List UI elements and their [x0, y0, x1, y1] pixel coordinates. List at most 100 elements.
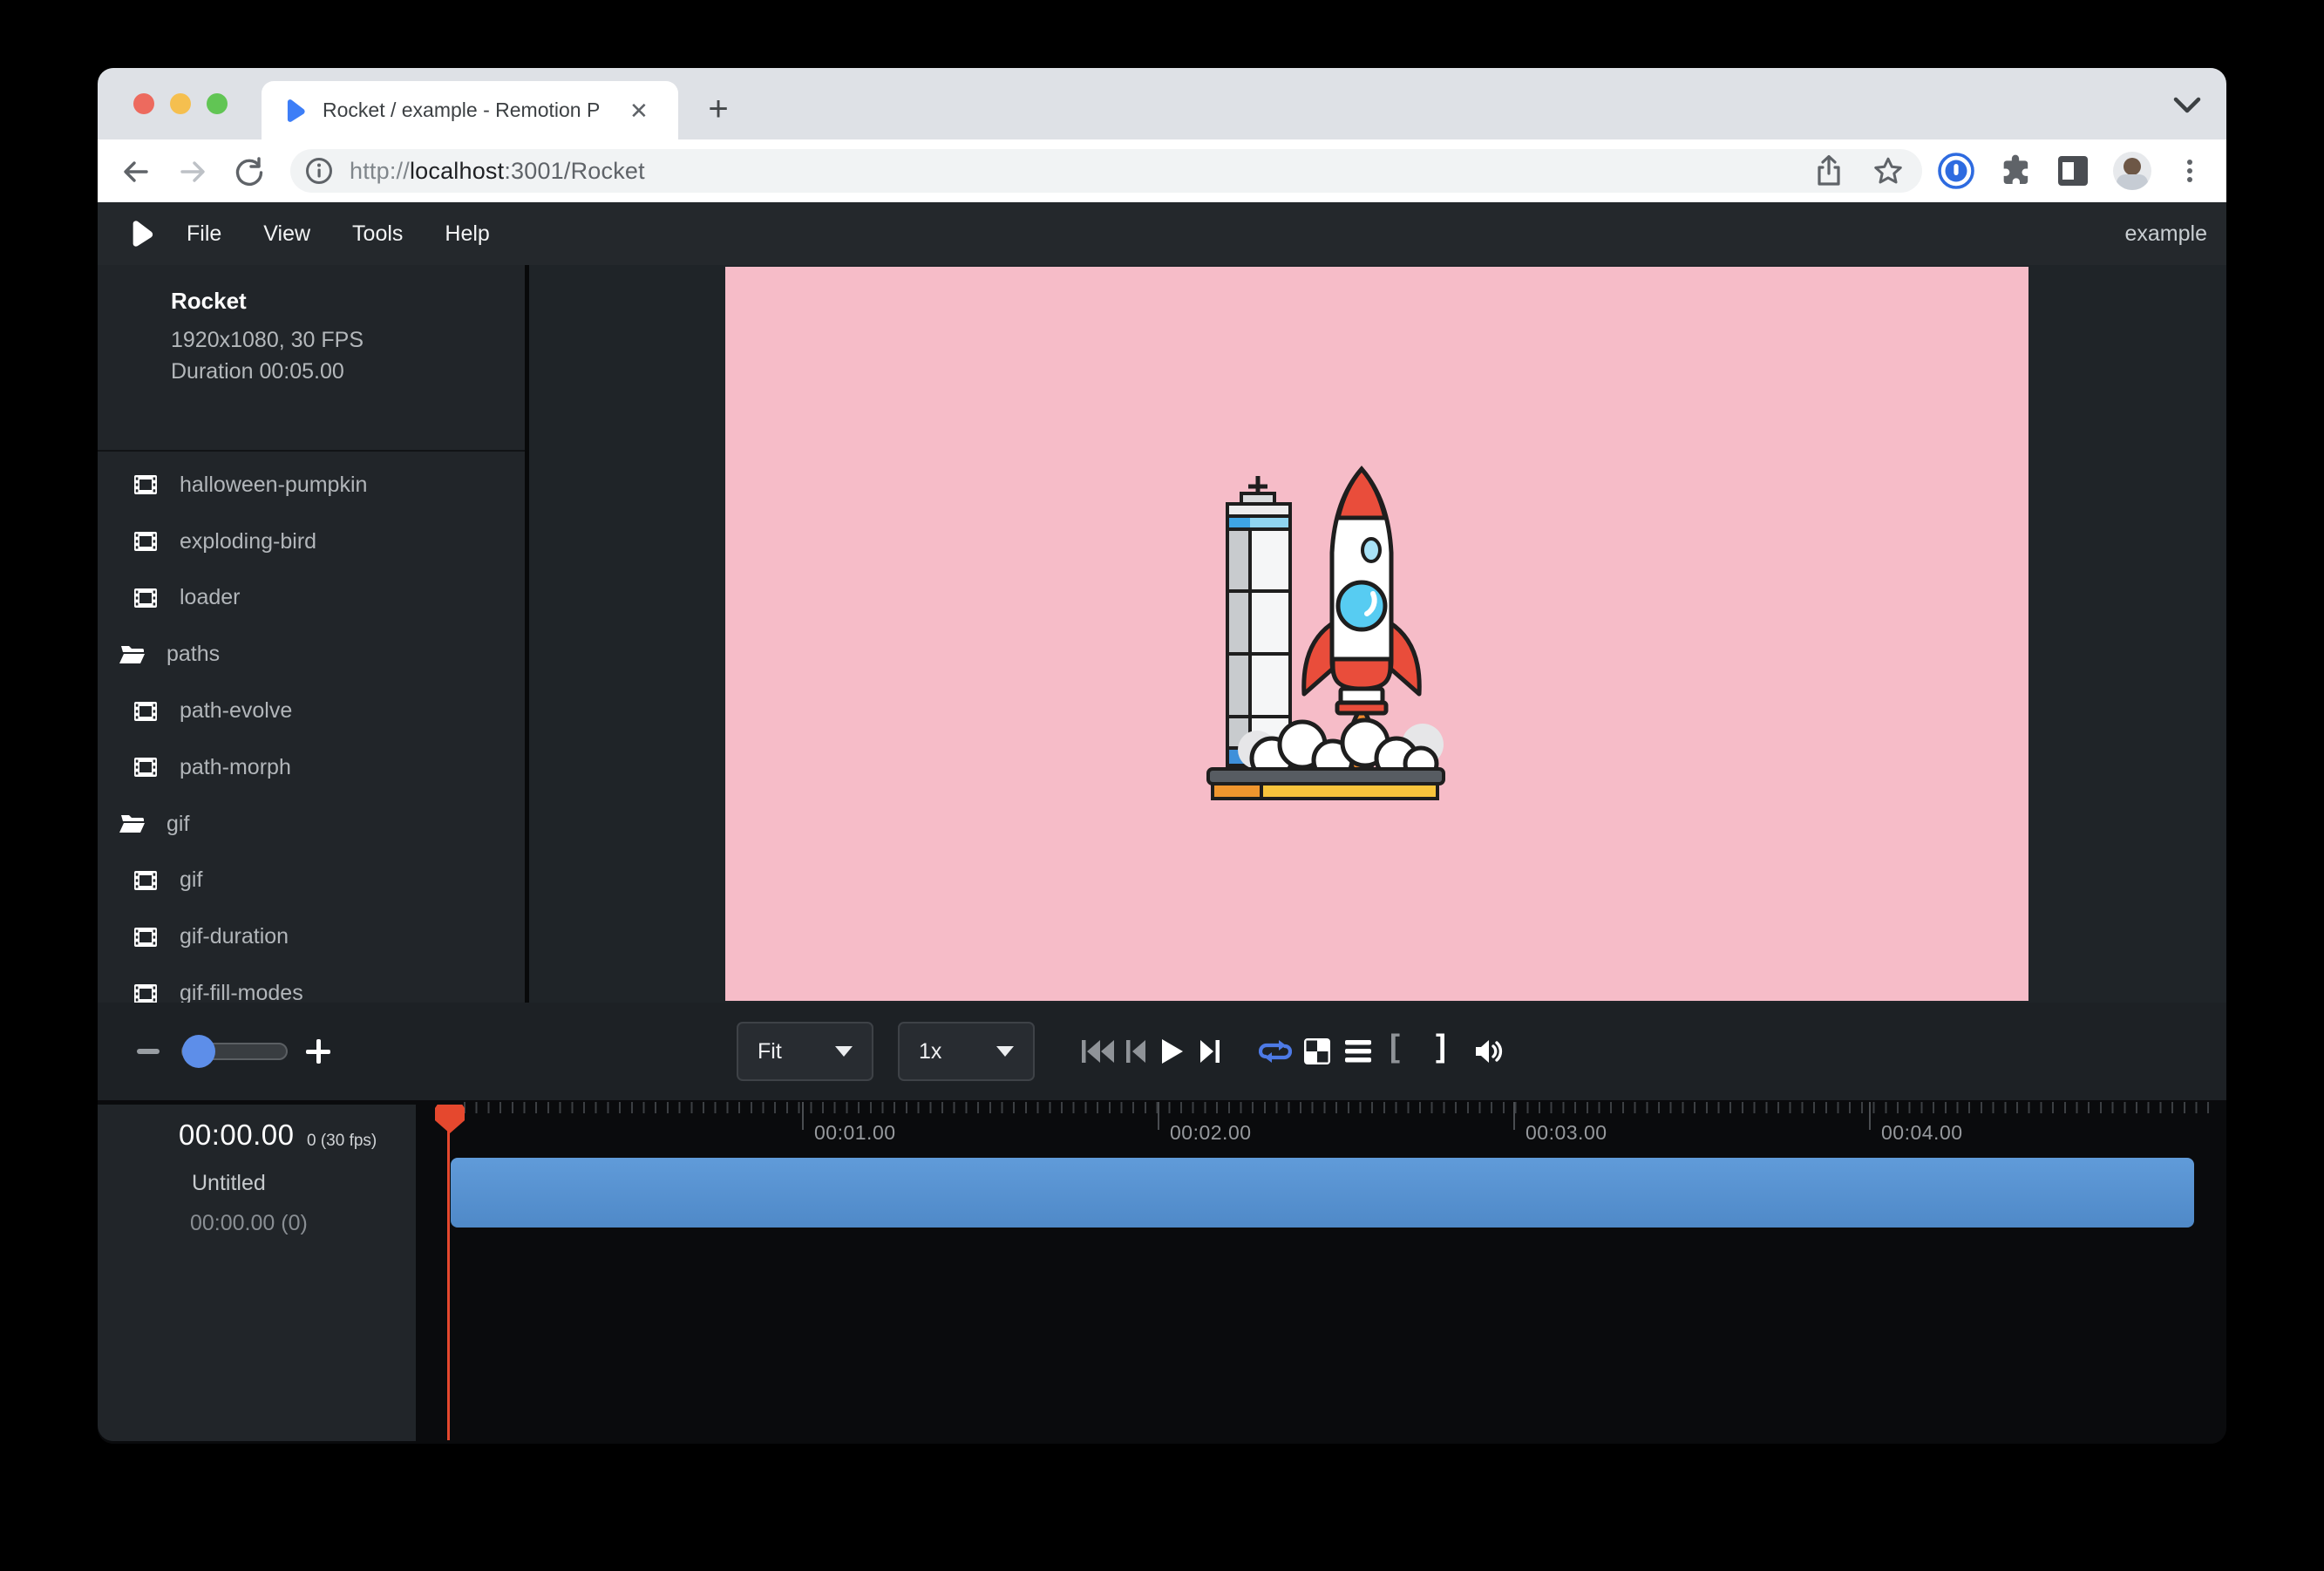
timeline-info-panel: 00:00.00 0 (30 fps) Untitled 00:00.00 (0…: [98, 1105, 416, 1441]
sidebar-item-loader[interactable]: loader: [98, 570, 525, 627]
current-frame-info: 0 (30 fps): [307, 1132, 377, 1151]
zoom-window-button[interactable]: [207, 93, 228, 114]
composition-label: halloween-pumpkin: [180, 473, 367, 498]
sidebar-divider: [98, 450, 525, 452]
sidebar-folder-gif[interactable]: gif: [98, 796, 525, 853]
main-content: Rocket 1920x1080, 30 FPS Duration 00:05.…: [98, 265, 2226, 1003]
sidebar-extension-icon[interactable]: [2056, 153, 2090, 188]
track-name: Untitled: [192, 1171, 266, 1196]
video-canvas: [725, 267, 2028, 1001]
ruler-major-tick: [1158, 1102, 1159, 1130]
zoom-in-button[interactable]: [306, 1039, 330, 1064]
sidebar-item-halloween-pumpkin[interactable]: halloween-pumpkin: [98, 457, 525, 513]
playback-rate-value: 1x: [919, 1039, 996, 1064]
preview-area: [529, 265, 2226, 1003]
sidebar-item-path-evolve[interactable]: path-evolve: [98, 683, 525, 739]
open-folder-icon: [119, 813, 146, 834]
remotion-logo-icon[interactable]: [129, 220, 155, 248]
ruler-label: 00:02.00: [1170, 1121, 1252, 1145]
playhead-handle[interactable]: [435, 1105, 465, 1133]
ruler-label: 00:04.00: [1881, 1121, 1963, 1145]
composition-title: Rocket: [171, 288, 247, 315]
reload-icon[interactable]: [234, 156, 265, 187]
chevron-down-icon: [996, 1046, 1014, 1057]
share-icon[interactable]: [1814, 154, 1844, 187]
size-dropdown[interactable]: Fit: [737, 1022, 873, 1081]
in-point-button[interactable]: [: [1377, 1030, 1412, 1062]
address-bar[interactable]: http://localhost:3001/Rocket: [290, 149, 1922, 193]
site-info-icon[interactable]: [304, 156, 334, 186]
composition-resolution: 1920x1080, 30 FPS: [171, 328, 364, 353]
timeline-panel: 00:01.00 00:02.00 00:03.00 00:04.00 00:0…: [98, 1100, 2226, 1444]
menu-view[interactable]: View: [242, 221, 331, 247]
rich-timeline-toggle-button[interactable]: [1341, 1036, 1376, 1067]
film-icon: [134, 588, 157, 608]
previous-frame-button[interactable]: [1118, 1036, 1153, 1067]
composition-label: path-morph: [180, 755, 291, 780]
volume-icon: [1474, 1038, 1504, 1064]
composition-label: loader: [180, 585, 241, 610]
sidebar-item-gif-duration[interactable]: gif-duration: [98, 908, 525, 965]
film-icon: [134, 928, 157, 947]
volume-button[interactable]: [1471, 1036, 1506, 1067]
new-tab-button[interactable]: +: [703, 94, 734, 126]
launch-pad-graphic: [1208, 769, 1444, 799]
forward-icon[interactable]: [177, 156, 208, 187]
playhead-line[interactable]: [447, 1126, 450, 1440]
composition-list: halloween-pumpkin exploding-bird loader …: [98, 457, 525, 1003]
track-timecode: 00:00.00 (0): [190, 1211, 308, 1236]
sidebar-item-gif-fill-modes[interactable]: gif-fill-modes: [98, 965, 525, 1003]
ruler-label: 00:01.00: [814, 1121, 896, 1145]
url-text: http://localhost:3001/Rocket: [350, 158, 645, 185]
remotion-favicon: [284, 99, 307, 123]
toolbar-extensions: [1937, 152, 2205, 190]
browser-tab[interactable]: Rocket / example - Remotion P ✕: [262, 81, 678, 139]
composition-label: exploding-bird: [180, 529, 316, 554]
menu-file[interactable]: File: [166, 221, 242, 247]
workspace-label: example: [2125, 221, 2208, 247]
playback-rate-dropdown[interactable]: 1x: [898, 1022, 1035, 1081]
timeline-ruler[interactable]: [464, 1102, 2218, 1113]
profile-avatar[interactable]: [2113, 152, 2151, 190]
play-button[interactable]: [1155, 1036, 1190, 1067]
close-window-button[interactable]: [133, 93, 154, 114]
loop-toggle-button[interactable]: [1258, 1036, 1293, 1067]
sidebar-item-path-morph[interactable]: path-morph: [98, 739, 525, 796]
browser-toolbar: http://localhost:3001/Rocket: [98, 139, 2226, 202]
onepassword-extension-icon[interactable]: [1937, 152, 1975, 190]
folder-label: paths: [166, 642, 220, 667]
tab-search-chevron-icon[interactable]: [2172, 96, 2202, 115]
tab-close-icon[interactable]: ✕: [629, 99, 649, 122]
open-folder-icon: [119, 644, 146, 665]
ruler-major-tick: [1869, 1102, 1871, 1130]
browser-menu-dots-icon[interactable]: [2174, 155, 2205, 187]
transparency-toggle-button[interactable]: [1300, 1036, 1335, 1067]
extensions-puzzle-icon[interactable]: [1998, 153, 2033, 188]
menu-help[interactable]: Help: [424, 221, 510, 247]
out-point-button[interactable]: ]: [1424, 1030, 1458, 1062]
sidebar-item-exploding-bird[interactable]: exploding-bird: [98, 513, 525, 570]
browser-window: Rocket / example - Remotion P ✕ + http:/…: [98, 68, 2226, 1444]
traffic-lights: [133, 93, 228, 114]
skip-to-start-icon: [1082, 1040, 1115, 1063]
minimize-window-button[interactable]: [170, 93, 191, 114]
tab-title: Rocket / example - Remotion P: [323, 99, 619, 122]
play-icon: [1162, 1039, 1183, 1064]
skip-to-start-button[interactable]: [1081, 1036, 1116, 1067]
composition-label: gif-duration: [180, 924, 289, 949]
film-icon: [134, 871, 157, 890]
timeline-track-bar[interactable]: [451, 1158, 2194, 1228]
bookmark-star-icon[interactable]: [1872, 154, 1905, 187]
zoom-slider-thumb[interactable]: [182, 1035, 215, 1068]
back-icon[interactable]: [120, 156, 152, 187]
composition-label: path-evolve: [180, 698, 292, 724]
sidebar-item-gif[interactable]: gif: [98, 853, 525, 909]
ruler-label: 00:03.00: [1526, 1121, 1607, 1145]
film-icon: [134, 758, 157, 777]
sidebar-folder-paths[interactable]: paths: [98, 626, 525, 683]
next-frame-button[interactable]: [1193, 1036, 1227, 1067]
ruler-major-tick: [802, 1102, 804, 1130]
film-icon: [134, 532, 157, 551]
zoom-out-button[interactable]: [137, 1049, 160, 1054]
menu-tools[interactable]: Tools: [331, 221, 424, 247]
